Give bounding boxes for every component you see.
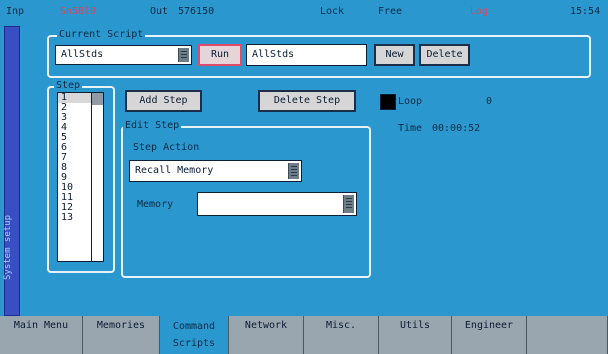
tab-main-menu[interactable]: Main Menu bbox=[0, 316, 83, 354]
memory-select[interactable] bbox=[197, 192, 357, 216]
edit-step-title: Edit Step bbox=[123, 119, 182, 133]
output-value: 576150 bbox=[178, 6, 215, 17]
loop-checkbox[interactable] bbox=[380, 94, 396, 110]
script-name-input[interactable]: AllStds bbox=[246, 44, 367, 66]
script-select[interactable]: AllStds bbox=[55, 45, 192, 65]
lock-indicator: Lock bbox=[320, 6, 345, 17]
add-step-button[interactable]: Add Step bbox=[125, 90, 202, 112]
tab-memories[interactable]: Memories bbox=[83, 316, 160, 354]
output-label: Out bbox=[150, 6, 169, 17]
tab-utils[interactable]: Utils bbox=[379, 316, 452, 354]
new-script-button[interactable]: New bbox=[374, 44, 415, 66]
scrollbar-thumb[interactable] bbox=[92, 93, 103, 105]
input-label: Inp bbox=[6, 6, 25, 17]
tab-misc[interactable]: Misc. bbox=[304, 316, 379, 354]
dropdown-handle-icon[interactable] bbox=[343, 195, 354, 213]
time-value: 00:00:52 bbox=[432, 123, 481, 134]
log-indicator: Log bbox=[470, 6, 489, 17]
input-value: Sn5Bl0 bbox=[60, 6, 97, 17]
current-script-title: Current Script bbox=[57, 28, 146, 42]
step-action-label: Step Action bbox=[133, 142, 200, 153]
memory-label: Memory bbox=[137, 199, 174, 210]
step-action-select[interactable]: Recall Memory bbox=[129, 160, 302, 182]
bottom-tab-bar: Main Menu Memories Command Scripts Netwo… bbox=[0, 316, 608, 354]
dropdown-handle-icon[interactable] bbox=[178, 48, 189, 62]
run-button[interactable]: Run bbox=[198, 44, 242, 66]
tab-engineer[interactable]: Engineer bbox=[452, 316, 527, 354]
step-title: Step bbox=[54, 79, 83, 93]
status-bar: Inp Sn5Bl0 Out 576150 Lock Free Log 15:5… bbox=[0, 0, 608, 24]
dropdown-handle-icon[interactable] bbox=[288, 163, 299, 179]
step-list[interactable]: 1 2 3 4 5 6 7 8 9 10 11 12 13 bbox=[57, 92, 104, 262]
loop-count: 0 bbox=[486, 96, 493, 107]
clock: 15:54 bbox=[570, 6, 601, 17]
loop-label: Loop bbox=[398, 96, 423, 107]
time-label: Time bbox=[398, 123, 423, 134]
step-list-scrollbar[interactable] bbox=[91, 93, 103, 261]
tab-command-scripts[interactable]: Command Scripts bbox=[160, 316, 229, 354]
delete-script-button[interactable]: Delete bbox=[419, 44, 470, 66]
tab-empty bbox=[527, 316, 608, 354]
free-indicator: Free bbox=[378, 6, 403, 17]
tab-network[interactable]: Network bbox=[229, 316, 304, 354]
step-action-value: Recall Memory bbox=[135, 165, 214, 176]
delete-step-button[interactable]: Delete Step bbox=[258, 90, 356, 112]
system-setup-label: System setup bbox=[3, 214, 13, 280]
script-select-value: AllStds bbox=[61, 49, 104, 60]
